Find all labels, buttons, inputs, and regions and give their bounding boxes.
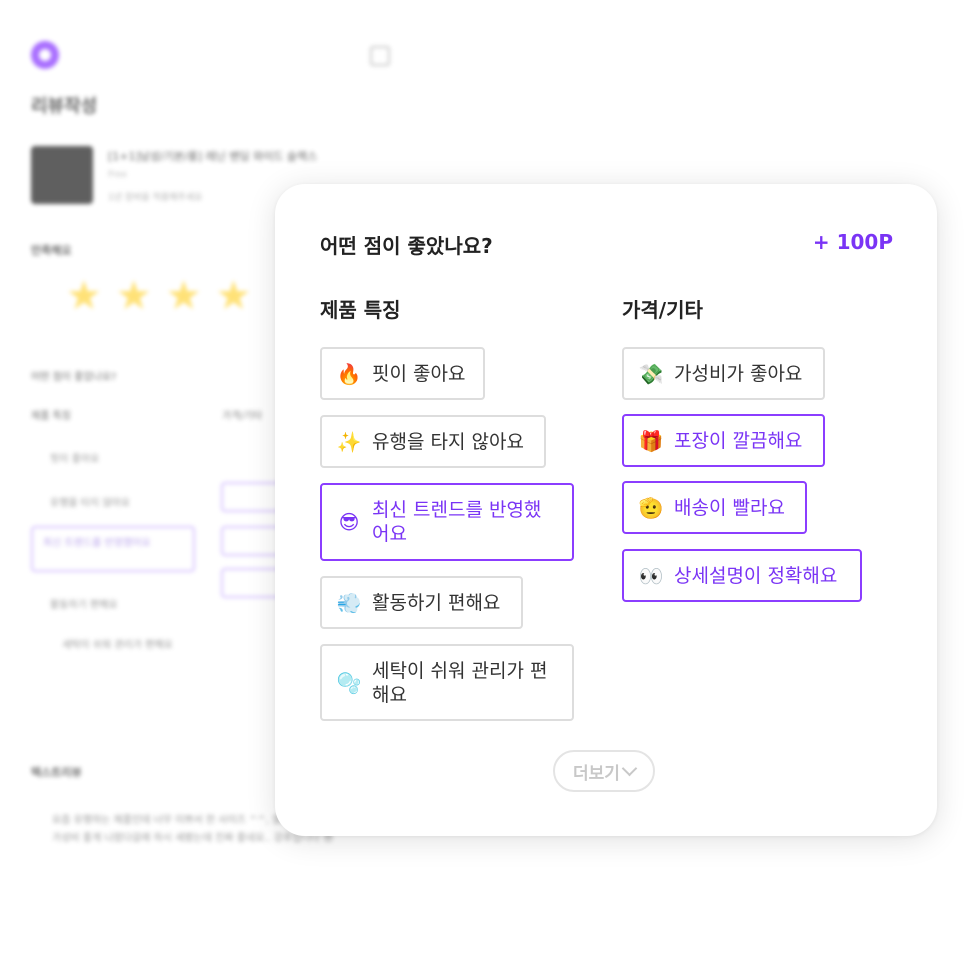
option-packaging[interactable]: 🎁 포장이 깔끔해요	[622, 414, 825, 467]
option-label: 상세설명이 정확해요	[674, 564, 838, 587]
bg-chip: 핏이 좋아요	[50, 454, 100, 465]
column-title-price: 가격/기타	[622, 298, 703, 322]
gift-icon: 🎁	[638, 428, 664, 453]
option-label: 핏이 좋아요	[372, 362, 466, 385]
points-reward: + 100P	[812, 230, 893, 254]
bubbles-icon: 🫧	[336, 670, 362, 695]
option-comfortable[interactable]: 💨 활동하기 편해요	[320, 576, 523, 629]
bg-col2-title: 가격/기타	[222, 411, 263, 422]
app-logo-icon	[31, 41, 59, 69]
option-label: 포장이 깔끔해요	[674, 429, 803, 452]
rating-label: 만족해요	[31, 244, 72, 257]
option-fit-good[interactable]: 🔥 핏이 좋아요	[320, 347, 485, 400]
bg-col1-title: 제품 특징	[31, 411, 71, 422]
option-label: 활동하기 편해요	[372, 591, 501, 614]
more-button[interactable]: 더보기	[553, 750, 655, 792]
saluting-face-icon: 🫡	[638, 495, 664, 520]
text-review-label: 텍스트리뷰	[31, 766, 82, 779]
product-note: 1년 장바을 적용해주세요	[108, 193, 203, 203]
review-options-card: 어떤 점이 좋았나요? + 100P 제품 특징 가격/기타 🔥 핏이 좋아요 …	[275, 184, 937, 836]
fire-icon: 🔥	[336, 361, 362, 386]
page-title: 리뷰작성	[31, 96, 98, 117]
sunglasses-face-icon: 😎	[338, 510, 360, 534]
option-accurate-description[interactable]: 👀 상세설명이 정확해요	[622, 549, 862, 602]
more-label: 더보기	[573, 763, 620, 784]
bg-chip: 세탁이 쉬워 관리가 편해요	[62, 640, 173, 651]
bg-chip: 최신 트렌드를 반영했어요	[31, 526, 195, 572]
column-title-product: 제품 특징	[320, 298, 401, 322]
option-label: 가성비가 좋아요	[674, 362, 803, 385]
bg-chip: 유행을 타지 않아요	[50, 498, 130, 509]
bg-question: 어떤 점이 좋았나요?	[31, 372, 117, 383]
question-title: 어떤 점이 좋았나요?	[320, 234, 493, 258]
edit-icon	[370, 46, 390, 66]
option-trendy[interactable]: 😎 최신 트렌드를 반영했어요	[320, 483, 574, 561]
sparkles-icon: ✨	[336, 429, 362, 454]
option-label: 유행을 타지 않아요	[372, 430, 524, 453]
eyes-icon: 👀	[638, 563, 664, 588]
option-label: 배송이 빨라요	[674, 496, 785, 519]
product-option: Free	[108, 170, 128, 180]
option-value[interactable]: 💸 가성비가 좋아요	[622, 347, 825, 400]
chevron-down-icon	[621, 760, 638, 776]
rating-stars-icon: ★★★★	[66, 273, 266, 319]
option-timeless[interactable]: ✨ 유행을 타지 않아요	[320, 415, 546, 468]
option-fast-delivery[interactable]: 🫡 배송이 빨라요	[622, 481, 807, 534]
money-wings-icon: 💸	[638, 361, 664, 386]
option-label: 세탁이 쉬워 관리가 편해요	[372, 659, 548, 706]
option-easy-wash[interactable]: 🫧 세탁이 쉬워 관리가 편해요	[320, 644, 574, 721]
product-name: [1+1]남성/기본/롱] 레닌 밴딩 와이드 슬랙스	[108, 150, 318, 163]
option-label: 최신 트렌드를 반영했어요	[372, 499, 542, 545]
dash-icon: 💨	[336, 590, 362, 615]
bg-chip: 활동하기 편해요	[50, 600, 118, 611]
product-thumbnail	[31, 146, 93, 204]
